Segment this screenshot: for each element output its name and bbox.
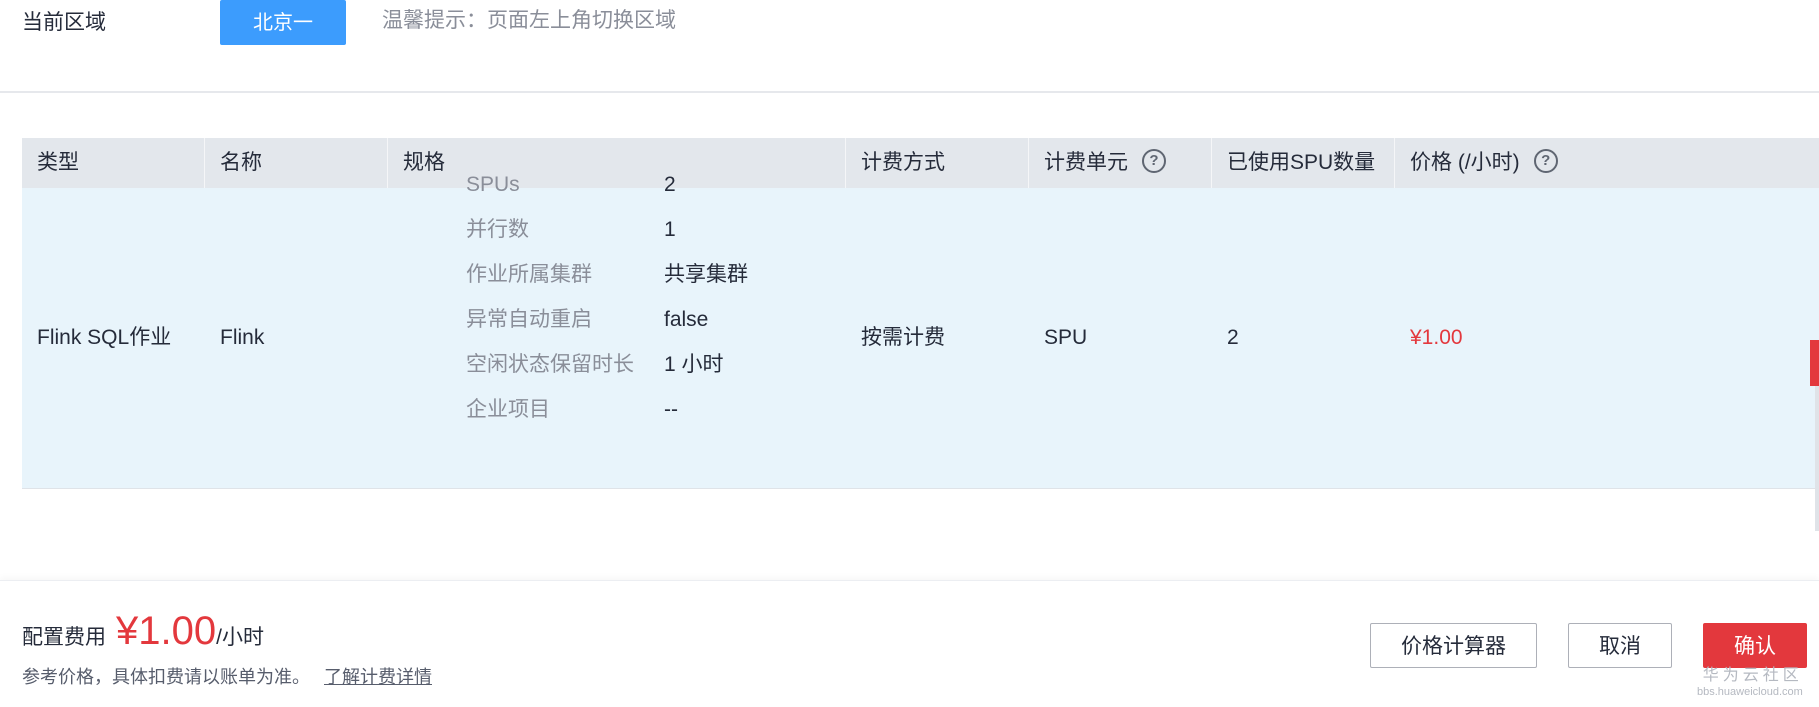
header-type: 类型 [22, 138, 205, 188]
header-name: 名称 [205, 138, 388, 188]
spec-value: 2 [664, 173, 676, 196]
side-marker[interactable] [1810, 340, 1819, 386]
spec-value: false [664, 308, 709, 331]
price-calculator-button[interactable]: 价格计算器 [1370, 623, 1537, 668]
fee-note-text: 参考价格，具体扣费请以账单为准。 [22, 667, 310, 687]
help-circle-icon[interactable]: ? [1533, 149, 1558, 174]
price-table: 类型 名称 规格 计费方式 计费单元? 已使用SPU数量? 价格 (/小时)? … [22, 138, 1819, 489]
watermark-en: bbs.huaweicloud.com [1697, 686, 1803, 698]
fee-label: 配置费用 [22, 626, 106, 649]
cancel-button[interactable]: 取消 [1568, 623, 1672, 668]
spec-key: 并行数 [466, 218, 529, 241]
billing-details-link[interactable]: 了解计费详情 [324, 667, 432, 687]
side-scroll-track [1815, 386, 1819, 531]
watermark: 华为云社区 bbs.huaweicloud.com [1697, 667, 1803, 699]
spec-item-idle-retention: 空闲状态保留时长 1 小时 [466, 342, 748, 387]
cell-price: ¥1.00 [1410, 326, 1463, 349]
spec-item-spus: SPUs 2 [466, 162, 748, 207]
cell-billing-mode: 按需计费 [861, 326, 945, 349]
cell-type: Flink SQL作业 [37, 326, 172, 349]
spec-item-parallelism: 并行数 1 [466, 207, 748, 252]
header-price-label: 价格 (/小时) [1410, 151, 1520, 174]
header-billing-unit: 计费单元? [1029, 138, 1212, 188]
table-header: 类型 名称 规格 计费方式 计费单元? 已使用SPU数量? 价格 (/小时)? [22, 138, 1819, 224]
header-spu-used: 已使用SPU数量? [1212, 138, 1395, 224]
fee-amount: ¥1.00 [116, 609, 217, 653]
header-price: 价格 (/小时)? [1395, 138, 1819, 188]
help-circle-icon[interactable]: ? [1142, 149, 1166, 174]
spec-value: 1 [664, 218, 676, 241]
header-billing-unit-label: 计费单元 [1044, 151, 1128, 174]
header-spu-used-label: 已使用SPU数量 [1227, 151, 1376, 174]
header-billing-mode: 计费方式 [846, 138, 1029, 188]
spec-item-enterprise-project: 企业项目 -- [466, 387, 748, 432]
spec-item-auto-restart: 异常自动重启 false [466, 297, 748, 342]
spec-value: -- [664, 398, 678, 421]
region-label: 当前区域 [22, 11, 106, 34]
spec-key: 空闲状态保留时长 [466, 353, 634, 376]
spec-item-cluster: 作业所属集群 共享集群 [466, 252, 748, 297]
spec-key: 作业所属集群 [466, 263, 592, 286]
spec-value: 1 小时 [664, 353, 724, 376]
divider [0, 91, 1819, 93]
spec-key: 异常自动重启 [466, 308, 592, 331]
cell-name: Flink [220, 326, 265, 349]
fee-unit: /小时 [216, 626, 264, 649]
fee-summary: 配置费用 ¥1.00/小时 [22, 609, 264, 654]
watermark-cn: 华为云社区 [1702, 667, 1803, 684]
region-tip: 温馨提示：页面左上角切换区域 [382, 9, 676, 32]
confirm-button[interactable]: 确认 [1703, 623, 1807, 668]
spec-value: 共享集群 [664, 263, 748, 286]
table-row: Flink SQL作业 Flink 按需计费 SPU 2 ¥1.00 [22, 188, 1819, 489]
cell-spu-used: 2 [1227, 326, 1239, 349]
page: 当前区域 北京一 温馨提示：页面左上角切换区域 类型 名称 规格 计费方式 计费… [0, 0, 1819, 707]
spec-list: SPUs 2 并行数 1 作业所属集群 共享集群 异常自动重启 false 空闲状态保留… [466, 162, 748, 432]
cell-billing-unit: SPU [1044, 326, 1088, 349]
spec-key: SPUs [466, 173, 520, 196]
footer-bar: 配置费用 ¥1.00/小时 参考价格，具体扣费请以账单为准。 了解计费详情 价格计算… [0, 580, 1819, 707]
spec-key: 企业项目 [466, 398, 550, 421]
fee-note: 参考价格，具体扣费请以账单为准。 了解计费详情 [22, 663, 432, 689]
region-button-beijing1[interactable]: 北京一 [220, 0, 346, 45]
